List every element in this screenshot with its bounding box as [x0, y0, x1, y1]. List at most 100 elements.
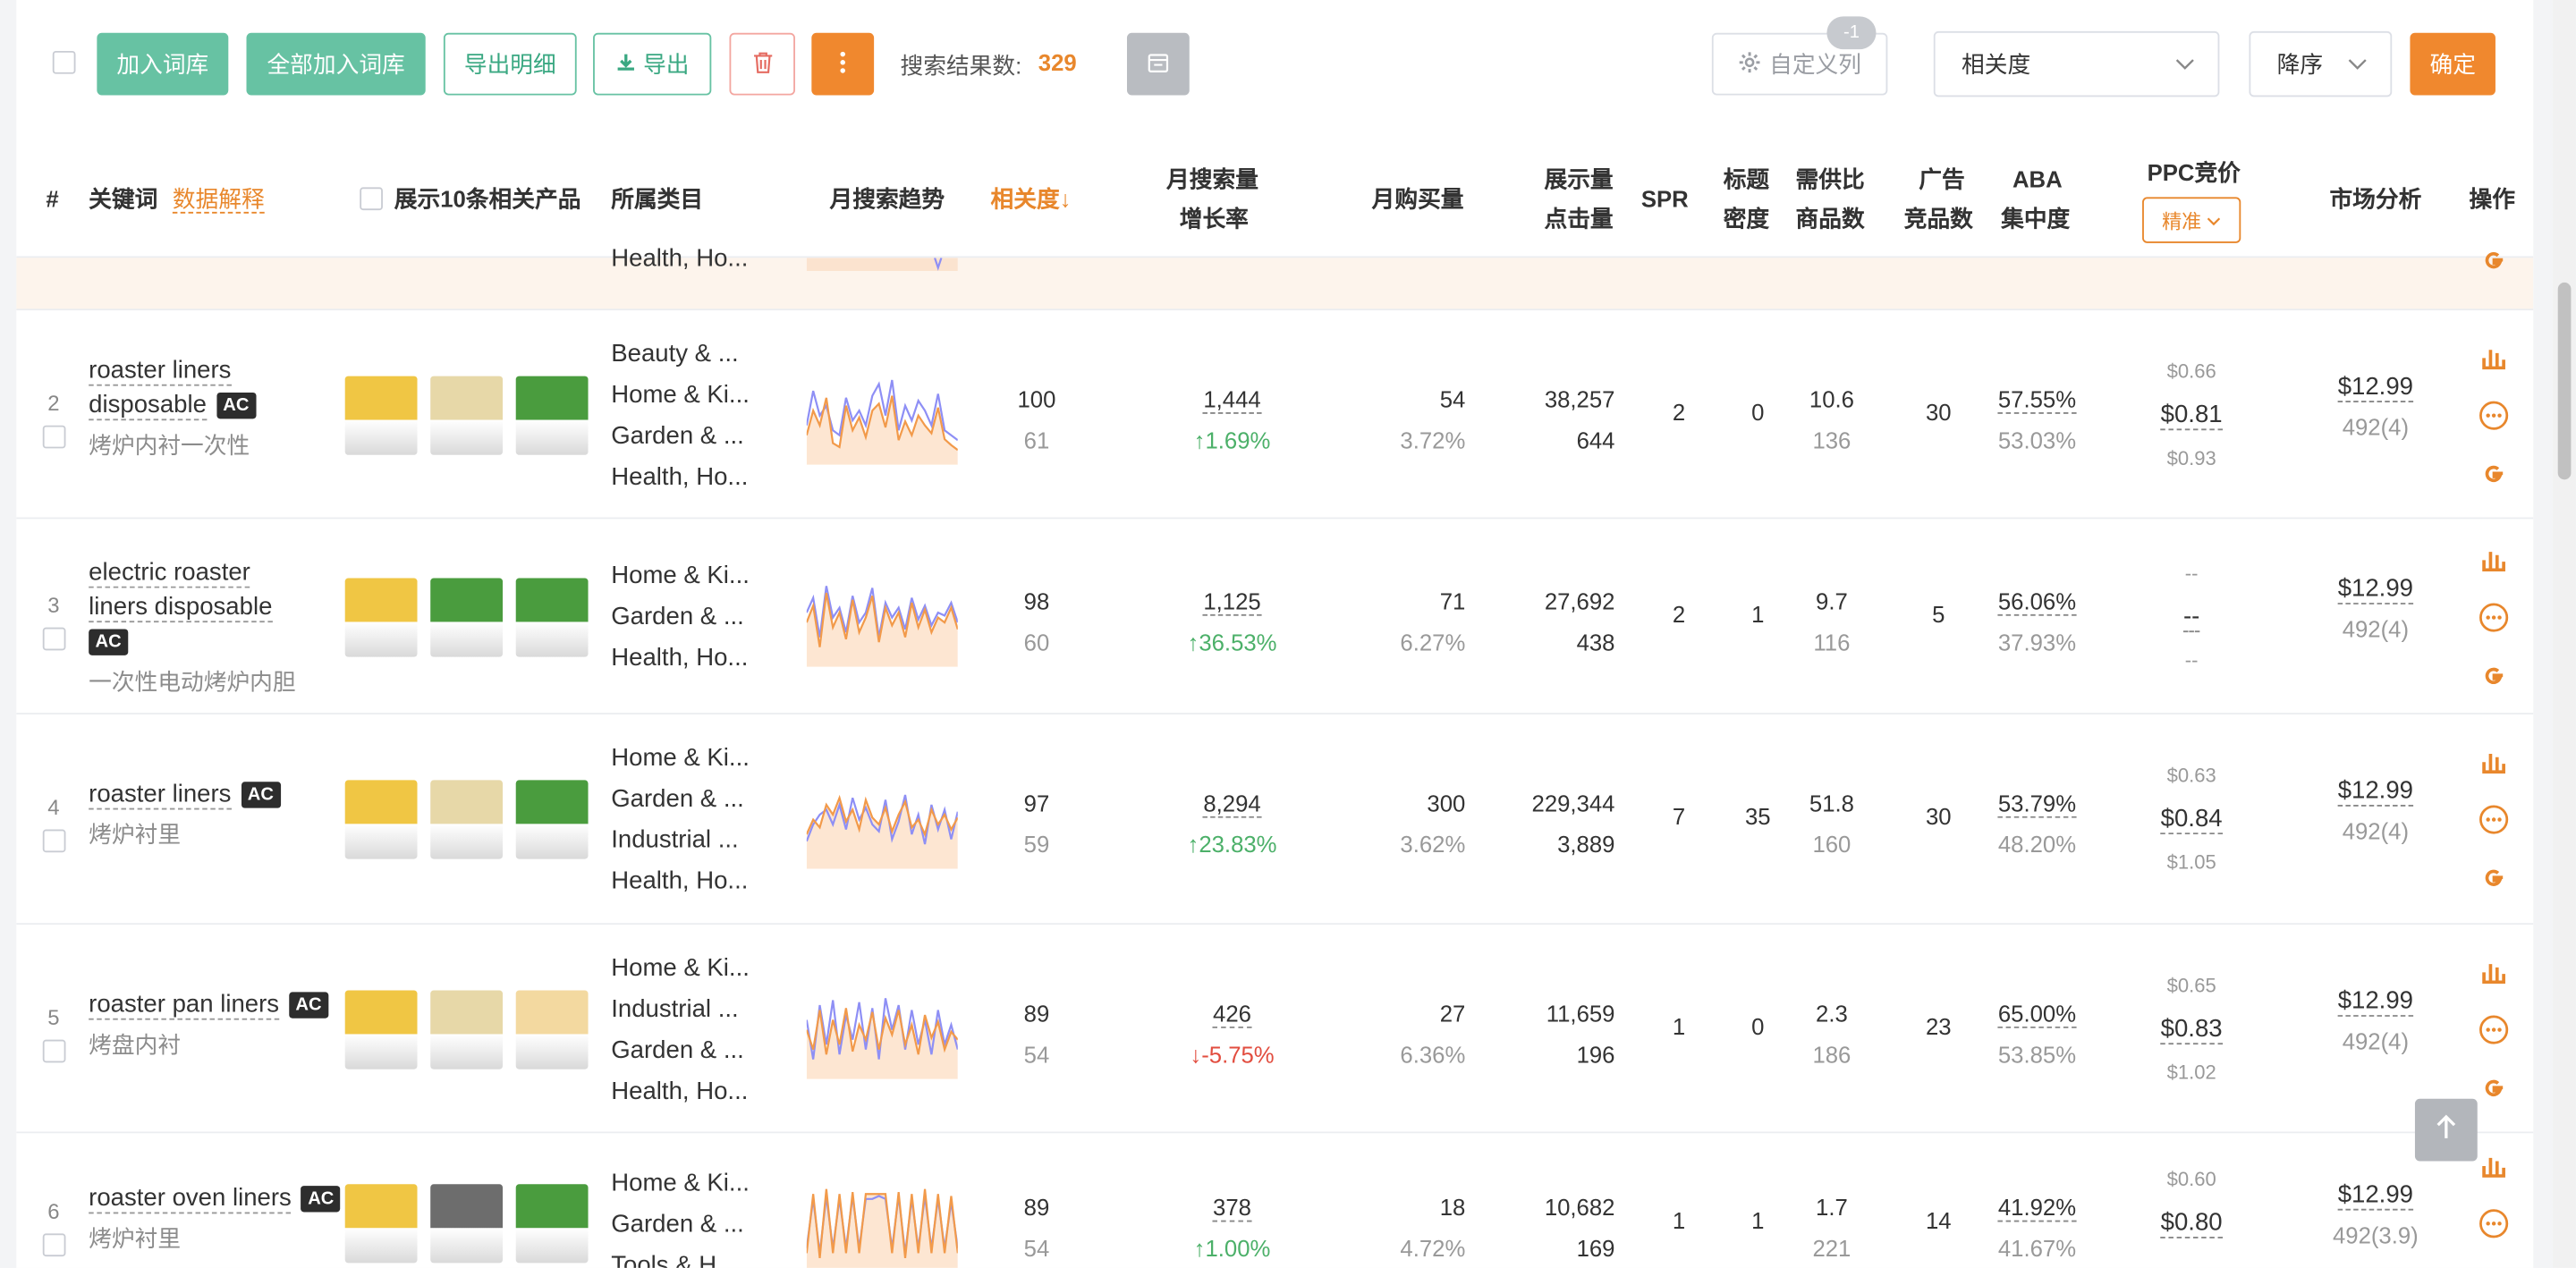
category-item[interactable]: Health, Ho... [611, 860, 750, 901]
aba-value[interactable]: 57.55% [1998, 385, 2077, 413]
more-circle-icon[interactable] [2479, 400, 2509, 437]
col-aba-1[interactable]: ABA [2012, 159, 2063, 199]
keyword-text[interactable]: roaster liners AC [89, 777, 281, 812]
aba-value[interactable]: 41.92% [1998, 1194, 2077, 1222]
row-checkbox[interactable] [42, 1038, 66, 1062]
product-thumbnail[interactable] [344, 1184, 418, 1264]
category-item[interactable]: Health, Ho... [611, 638, 750, 679]
aba-value[interactable]: 65.00% [1998, 999, 2077, 1027]
search-volume-value[interactable]: 426 [1213, 999, 1251, 1027]
category-item[interactable]: Home & Ki... [611, 1162, 750, 1203]
google-icon[interactable] [2480, 1075, 2506, 1110]
category-item[interactable]: Garden & ... [611, 779, 750, 820]
bar-chart-icon[interactable] [2480, 545, 2506, 579]
product-thumbnail[interactable] [515, 577, 589, 656]
category-item[interactable]: Industrial ... [611, 820, 750, 861]
ppc-mid-value[interactable]: $0.80 [2160, 1208, 2223, 1238]
keyword-line[interactable]: disposable [89, 390, 207, 420]
table-row[interactable]: 4 roaster liners AC 烤炉衬里 Home & Ki... Garden … [16, 714, 2534, 926]
back-to-top-button[interactable] [2414, 1098, 2478, 1162]
search-volume-value[interactable]: 8,294 [1203, 790, 1261, 818]
add-to-lexicon-button[interactable]: 加入词库 [97, 32, 229, 96]
ppc-match-type-dropdown[interactable]: 精准 [2142, 197, 2241, 243]
trend-sparkline[interactable] [806, 1174, 958, 1268]
col-relevance[interactable]: 相关度↓ [991, 179, 1072, 218]
category-item[interactable]: Home & Ki... [611, 374, 750, 415]
category-item[interactable]: Garden & ... [611, 596, 750, 638]
more-actions-button[interactable] [811, 32, 875, 96]
row-checkbox[interactable] [42, 829, 66, 853]
aba-value[interactable]: 56.06% [1998, 587, 2077, 615]
category-item[interactable]: Beauty & ... [611, 333, 750, 374]
product-thumbnail[interactable] [515, 780, 589, 859]
product-thumbnail[interactable] [430, 1184, 504, 1264]
price-value[interactable]: $12.99 [2337, 1180, 2413, 1211]
vertical-scrollbar[interactable] [2553, 0, 2576, 1268]
search-volume[interactable]: 378 [1150, 1188, 1315, 1229]
col-monthly-purchase[interactable]: 月购买量 [1372, 179, 1464, 218]
bar-chart-icon[interactable] [2480, 748, 2506, 782]
keyword-line[interactable]: roaster liners [89, 355, 232, 385]
category-item[interactable]: Home & Ki... [611, 947, 750, 988]
trend-sparkline[interactable] [806, 568, 958, 666]
keyword-line[interactable]: electric roaster [89, 557, 250, 588]
export-detail-button[interactable]: 导出明细 [443, 32, 577, 96]
product-thumbnail[interactable] [515, 375, 589, 454]
google-icon[interactable] [2480, 663, 2506, 697]
keyword-text[interactable]: liners disposable [89, 588, 295, 623]
product-thumbnail[interactable] [515, 1184, 589, 1264]
category-item[interactable]: Home & Ki... [611, 555, 750, 596]
google-icon[interactable] [2480, 248, 2506, 283]
trend-sparkline[interactable] [806, 366, 958, 464]
table-row-partial[interactable]: Health, Ho... [16, 245, 2534, 311]
bar-chart-icon[interactable] [2480, 342, 2506, 377]
ppc-mid-value[interactable]: -- [2182, 602, 2199, 632]
sort-order-select[interactable]: 降序 [2249, 30, 2393, 97]
add-all-to-lexicon-button[interactable]: 全部加入词库 [246, 32, 426, 96]
google-icon[interactable] [2480, 461, 2506, 495]
keyword-line[interactable]: roaster pan liners [89, 989, 280, 1019]
product-thumbnail[interactable] [430, 989, 504, 1069]
table-row[interactable]: 6 roaster oven liners AC 烤炉衬里 Home & Ki... Ga… [16, 1133, 2534, 1268]
row-checkbox[interactable] [42, 1233, 66, 1257]
ppc-mid-value[interactable]: $0.84 [2160, 804, 2223, 835]
col-growth-1[interactable]: 月搜索量 [1166, 159, 1258, 199]
product-thumbnail[interactable] [515, 989, 589, 1069]
search-volume[interactable]: 1,125 [1150, 580, 1315, 621]
data-explain-link[interactable]: 数据解释 [172, 186, 265, 214]
search-volume-value[interactable]: 1,125 [1203, 587, 1261, 615]
col-title-1[interactable]: 标题 [1724, 159, 1769, 199]
category-item[interactable]: Health, Ho... [611, 456, 750, 497]
keyword-text[interactable]: roaster oven liners AC [89, 1181, 341, 1216]
show-related-checkbox[interactable] [360, 187, 383, 211]
category-item[interactable]: Garden & ... [611, 415, 750, 456]
keyword-text[interactable]: disposable AC [89, 387, 256, 422]
category-item[interactable]: Garden & ... [611, 1029, 750, 1070]
search-volume[interactable]: 1,444 [1150, 378, 1315, 419]
price-value[interactable]: $12.99 [2337, 573, 2413, 604]
price-value[interactable]: $12.99 [2337, 776, 2413, 807]
ppc-mid-value[interactable]: $0.81 [2160, 400, 2223, 430]
row-checkbox[interactable] [42, 424, 66, 448]
product-thumbnail[interactable] [344, 989, 418, 1069]
bar-chart-icon[interactable] [2480, 1152, 2506, 1187]
category-item[interactable]: Tools & H... [611, 1244, 750, 1268]
table-row[interactable]: 2 roaster liners disposable AC 烤炉内衬一次性 Beauty… [16, 310, 2534, 520]
price-value[interactable]: $12.99 [2337, 985, 2413, 1016]
more-circle-icon[interactable] [2479, 1014, 2509, 1052]
google-icon[interactable] [2480, 866, 2506, 900]
table-row[interactable]: 5 roaster pan liners AC 烤盘内衬 Home & Ki... Ind… [16, 925, 2534, 1134]
product-thumbnail[interactable] [344, 780, 418, 859]
confirm-button[interactable]: 确定 [2410, 32, 2496, 96]
search-volume-value[interactable]: 1,444 [1203, 385, 1261, 413]
row-checkbox[interactable] [42, 626, 66, 650]
sort-field-select[interactable]: 相关度 [1933, 30, 2220, 97]
table-row[interactable]: 3 electric roaster liners disposable AC 一次性电… [16, 519, 2534, 714]
keyword-line[interactable]: roaster oven liners [89, 1184, 292, 1214]
category-item[interactable]: Health, Ho... [611, 1070, 750, 1112]
product-thumbnail[interactable] [344, 577, 418, 656]
save-view-button[interactable] [1126, 32, 1190, 96]
select-all-checkbox[interactable] [52, 50, 76, 74]
col-ads-1[interactable]: 广告 [1919, 159, 1964, 199]
trend-sparkline[interactable] [806, 770, 958, 869]
